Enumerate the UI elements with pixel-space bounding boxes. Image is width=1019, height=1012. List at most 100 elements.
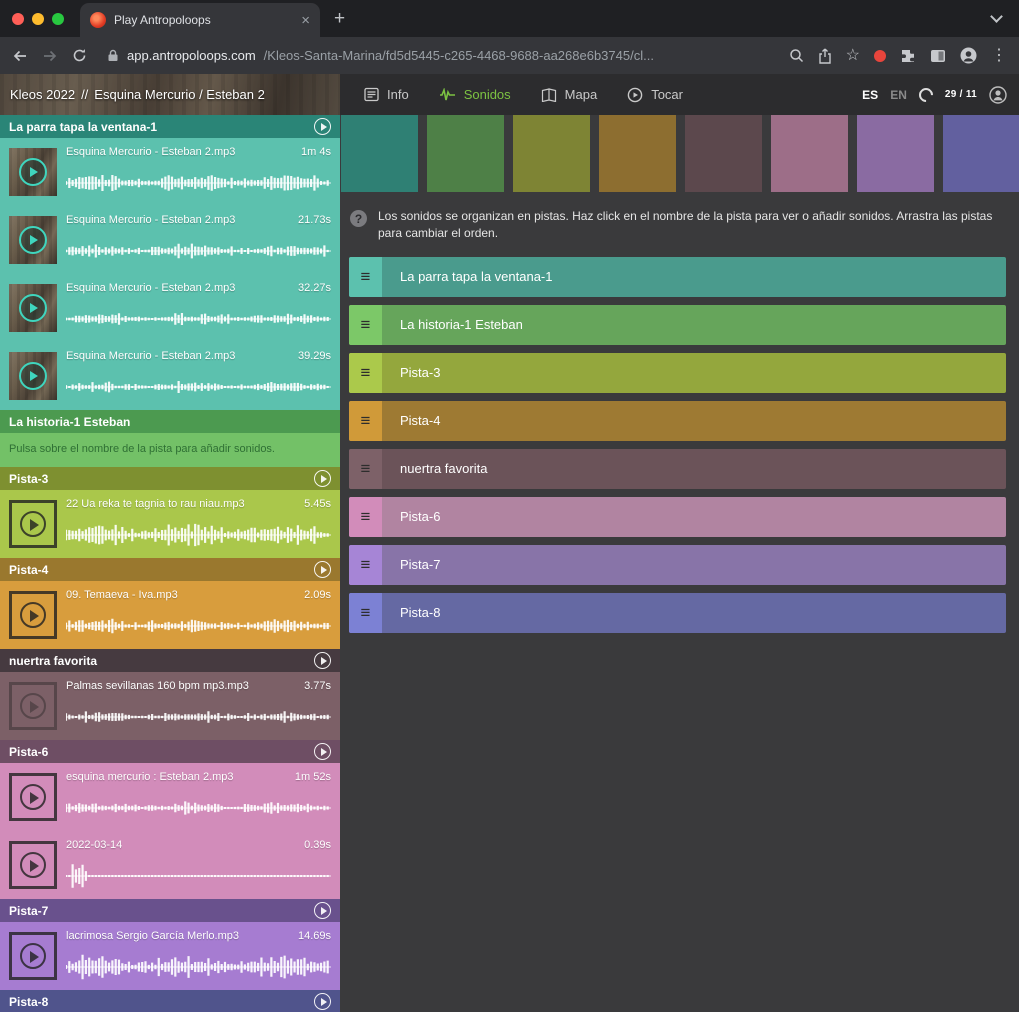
clip-play-button[interactable] — [9, 773, 57, 821]
main-panel: ? Los sonidos se organizan en pistas. Ha… — [341, 115, 1019, 1012]
track-row[interactable]: ≡Pista-7 — [349, 545, 1006, 585]
track-header[interactable]: Pista-4 — [0, 558, 340, 581]
forward-button[interactable] — [42, 49, 58, 63]
track-play-icon[interactable] — [314, 993, 331, 1010]
track-color-swatch[interactable] — [685, 115, 762, 192]
clip-filename: Esquina Mercurio - Esteban 2.mp3 — [66, 214, 235, 226]
track-row-label: Pista-6 — [382, 497, 1006, 537]
clip-play-button[interactable] — [9, 841, 57, 889]
browser-menu-icon[interactable]: ⋮ — [991, 48, 1007, 64]
track-header[interactable]: Pista-3 — [0, 467, 340, 490]
track-row[interactable]: ≡nuertra favorita — [349, 449, 1006, 489]
lock-icon[interactable] — [107, 49, 119, 62]
breadcrumb[interactable]: Kleos 2022 // Esquina Mercurio / Esteban… — [0, 74, 340, 115]
track-play-icon[interactable] — [314, 902, 331, 919]
track-row[interactable]: ≡Pista-4 — [349, 401, 1006, 441]
tab-info[interactable]: Info — [364, 87, 409, 102]
user-account-icon[interactable] — [989, 86, 1007, 104]
address-bar[interactable]: app.antropoloops.com/Kleos-Santa-Marina/… — [107, 48, 654, 63]
drag-handle-icon[interactable]: ≡ — [349, 257, 382, 297]
track-row[interactable]: ≡La parra tapa la ventana-1 — [349, 257, 1006, 297]
maximize-window-button[interactable] — [52, 13, 64, 25]
clip-thumbnail-play-button[interactable] — [9, 148, 57, 196]
clip-play-button[interactable] — [9, 682, 57, 730]
drag-handle-icon[interactable]: ≡ — [349, 545, 382, 585]
track-row[interactable]: ≡Pista-3 — [349, 353, 1006, 393]
recording-indicator-icon[interactable] — [874, 50, 886, 62]
zoom-icon[interactable] — [789, 48, 804, 63]
track-color-swatch[interactable] — [341, 115, 418, 192]
share-icon[interactable] — [818, 48, 832, 64]
clip-waveform-icon — [66, 793, 331, 823]
audio-clip[interactable]: Palmas sevillanas 160 bpm mp3.mp33.77s — [0, 672, 340, 740]
drag-handle-icon[interactable]: ≡ — [349, 449, 382, 489]
reload-button[interactable] — [72, 48, 87, 63]
track-header[interactable]: nuertra favorita — [0, 649, 340, 672]
extensions-puzzle-icon[interactable] — [900, 48, 916, 64]
track-play-icon[interactable] — [314, 743, 331, 760]
audio-clip[interactable]: Esquina Mercurio - Esteban 2.mp31m 4s — [0, 138, 340, 206]
clip-waveform-icon — [66, 952, 331, 982]
clip-play-button[interactable] — [9, 932, 57, 980]
track-play-icon[interactable] — [314, 470, 331, 487]
audio-clip[interactable]: Esquina Mercurio - Esteban 2.mp339.29s — [0, 342, 340, 410]
new-tab-button[interactable]: + — [334, 9, 345, 28]
audio-clip[interactable]: esquina mercurio : Esteban 2.mp31m 52s — [0, 763, 340, 831]
track-row[interactable]: ≡Pista-8 — [349, 593, 1006, 633]
close-window-button[interactable] — [12, 13, 24, 25]
track-color-swatch[interactable] — [771, 115, 848, 192]
audio-clip[interactable]: 09. Temaeva - Iva.mp32.09s — [0, 581, 340, 649]
browser-tab[interactable]: Play Antropoloops × — [80, 3, 320, 37]
tab-search-chevron-icon[interactable] — [990, 10, 1003, 23]
audio-clip[interactable]: 2022-03-14 0.39s — [0, 831, 340, 899]
clip-filename: 2022-03-14 — [66, 839, 122, 851]
track-color-swatch[interactable] — [427, 115, 504, 192]
minimize-window-button[interactable] — [32, 13, 44, 25]
drag-handle-icon[interactable]: ≡ — [349, 497, 382, 537]
audio-clip[interactable]: 22 Ua reka te tagnia to rau niau.mp35.45… — [0, 490, 340, 558]
track-name: Pista-3 — [9, 472, 48, 486]
track-play-icon[interactable] — [314, 118, 331, 135]
audio-clip[interactable]: lacrimosa Sergio García Merlo.mp314.69s — [0, 922, 340, 990]
header-right: ES EN 29 / 11 — [862, 86, 1019, 104]
language-es-button[interactable]: ES — [862, 88, 878, 102]
track-header[interactable]: La parra tapa la ventana-1 — [0, 115, 340, 138]
side-panel-icon[interactable] — [930, 48, 946, 64]
track-header[interactable]: La historia-1 Esteban — [0, 410, 340, 433]
track-header[interactable]: Pista-8 — [0, 990, 340, 1012]
browser-tab-bar: Play Antropoloops × + — [0, 0, 1019, 37]
track-color-swatch[interactable] — [513, 115, 590, 192]
tab-sonidos[interactable]: Sonidos — [439, 87, 511, 102]
track-header[interactable]: Pista-7 — [0, 899, 340, 922]
clip-play-button[interactable] — [9, 591, 57, 639]
bookmark-star-icon[interactable]: ☆ — [846, 48, 860, 64]
tab-mapa[interactable]: Mapa — [541, 87, 598, 102]
profile-avatar-icon[interactable] — [960, 47, 977, 64]
language-en-button[interactable]: EN — [890, 88, 907, 102]
track-play-icon[interactable] — [314, 652, 331, 669]
audio-clip[interactable]: Esquina Mercurio - Esteban 2.mp321.73s — [0, 206, 340, 274]
tab-close-icon[interactable]: × — [301, 13, 310, 28]
audio-clip[interactable]: Esquina Mercurio - Esteban 2.mp332.27s — [0, 274, 340, 342]
clip-thumbnail-play-button[interactable] — [9, 284, 57, 332]
track-color-swatch[interactable] — [857, 115, 934, 192]
track-color-swatch[interactable] — [943, 115, 1019, 192]
track-row[interactable]: ≡Pista-6 — [349, 497, 1006, 537]
track-row[interactable]: ≡La historia-1 Esteban — [349, 305, 1006, 345]
drag-handle-icon[interactable]: ≡ — [349, 353, 382, 393]
track-header[interactable]: Pista-6 — [0, 740, 340, 763]
clip-duration: 0.39s — [304, 839, 331, 851]
help-note: ? Los sonidos se organizan en pistas. Ha… — [350, 208, 999, 243]
drag-handle-icon[interactable]: ≡ — [349, 305, 382, 345]
back-button[interactable] — [12, 49, 28, 63]
track-color-swatch[interactable] — [599, 115, 676, 192]
clip-play-button[interactable] — [9, 500, 57, 548]
track-section: La parra tapa la ventana-1Esquina Mercur… — [0, 115, 340, 410]
clip-thumbnail-play-button[interactable] — [9, 352, 57, 400]
clip-thumbnail-play-button[interactable] — [9, 216, 57, 264]
tab-tocar[interactable]: Tocar — [627, 87, 683, 103]
drag-handle-icon[interactable]: ≡ — [349, 593, 382, 633]
drag-handle-icon[interactable]: ≡ — [349, 401, 382, 441]
clip-filename: lacrimosa Sergio García Merlo.mp3 — [66, 930, 239, 942]
track-play-icon[interactable] — [314, 561, 331, 578]
